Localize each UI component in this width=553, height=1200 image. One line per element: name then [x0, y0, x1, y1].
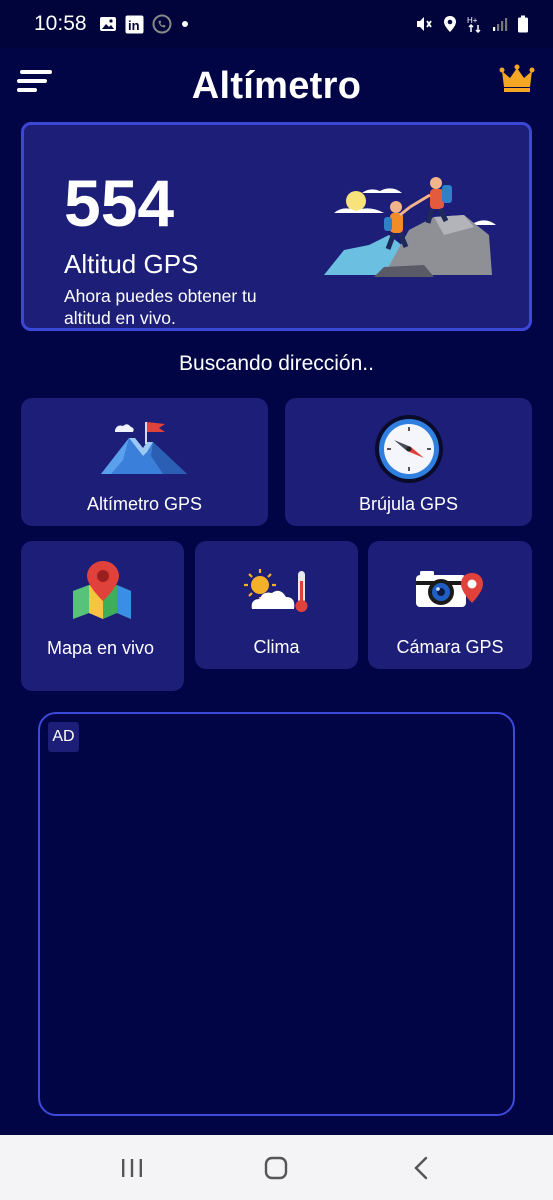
tile-camera-label: Cámara GPS: [396, 637, 504, 657]
dot-icon: [180, 19, 190, 29]
compass-icon: [375, 415, 443, 483]
home-button[interactable]: [256, 1148, 296, 1188]
tile-weather-label: Clima: [253, 637, 300, 657]
tile-altimeter-label: Altímetro GPS: [86, 494, 203, 514]
menu-icon: [17, 70, 52, 92]
altitude-card: 554 Altitud GPS Ahora puedes obtener tu …: [21, 122, 532, 331]
tile-gps-camera[interactable]: Cámara GPS: [368, 541, 532, 669]
recents-button[interactable]: [112, 1148, 152, 1188]
weather-icon: [244, 569, 308, 612]
gallery-icon: [99, 15, 117, 33]
home-icon: [265, 1156, 288, 1179]
menu-button[interactable]: [16, 62, 56, 102]
altitude-value: 554: [64, 166, 175, 240]
mountain-flag-icon: [101, 422, 187, 474]
linkedin-text: in: [128, 18, 140, 33]
tile-map-label: Mapa en vivo: [47, 638, 155, 658]
tile-live-map[interactable]: Mapa en vivo: [21, 541, 184, 691]
ad-badge: AD: [48, 722, 79, 752]
back-button[interactable]: [401, 1148, 441, 1188]
svg-text:H+: H+: [467, 16, 478, 25]
system-nav-bar: [0, 1135, 553, 1200]
recents-icon: [122, 1158, 143, 1177]
location-status: Buscando dirección..: [179, 352, 374, 375]
mute-icon: [415, 15, 433, 33]
status-bar: 10:58 in H+: [0, 0, 553, 48]
hikers-illustration: [324, 177, 496, 277]
camera-pin-icon: [416, 571, 483, 607]
battery-icon: [517, 15, 529, 33]
ad-container[interactable]: AD: [38, 712, 515, 1116]
crown-icon: [499, 64, 535, 92]
altitude-label: Altitud GPS: [64, 249, 199, 279]
signal-icon: [492, 16, 508, 32]
tile-weather[interactable]: Clima: [195, 541, 358, 669]
tile-compass-gps[interactable]: Brújula GPS: [285, 398, 532, 526]
data-icon: H+: [467, 15, 483, 33]
map-pin-icon: [73, 561, 131, 619]
altitude-description: Ahora puedes obtener tu altitud en vivo.: [64, 286, 257, 328]
location-icon: [442, 15, 458, 33]
status-time: 10:58: [34, 12, 87, 35]
premium-button[interactable]: [498, 60, 536, 98]
back-icon: [414, 1156, 428, 1179]
tile-altimeter-gps[interactable]: Altímetro GPS: [21, 398, 268, 526]
phone-icon: [152, 14, 172, 34]
app-header: Altímetro: [0, 48, 553, 120]
linkedin-icon: in: [125, 15, 144, 34]
page-title: Altímetro: [191, 64, 362, 107]
tile-compass-label: Brújula GPS: [358, 494, 459, 514]
